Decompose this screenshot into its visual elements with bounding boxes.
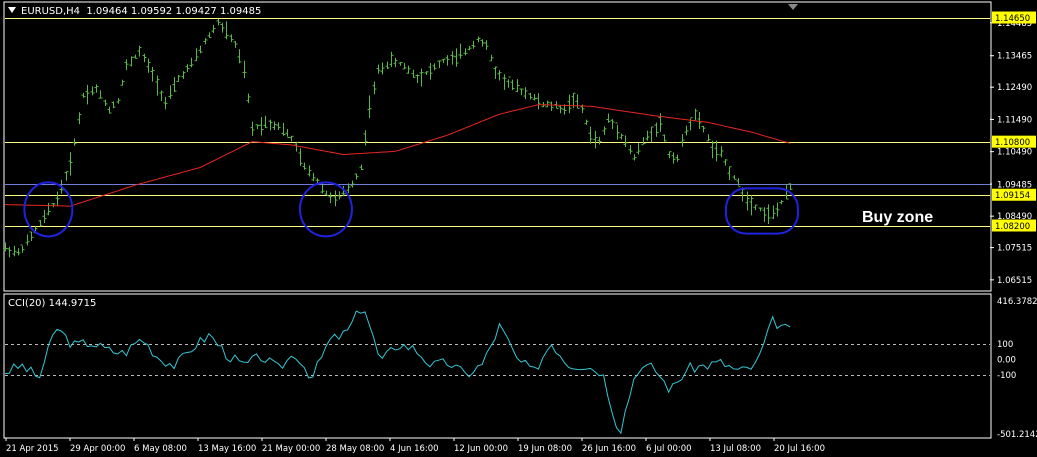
ohlc-values: 1.09464 1.09592 1.09427 1.09485 [86,6,262,17]
price-tick-label: 1.13465 [997,52,1032,62]
time-tick-label: 12 Jun 00:00 [454,444,508,454]
indicator-value: 144.9715 [48,298,97,309]
level-price-label: 1.10800 [995,138,1030,148]
symbol-label: EURUSD,H4 [21,6,81,17]
level-price-label: 1.09154 [995,191,1030,201]
cci-panel [3,293,992,439]
cci-axis-label: 416.3782 [997,297,1037,307]
time-tick-label: 4 Jun 16:00 [390,444,439,454]
cci-axis-label: -100 [997,371,1016,381]
time-tick-label: 28 May 08:00 [326,444,384,454]
price-tick-label: 1.10490 [997,148,1032,158]
price-tick-label: 1.12490 [997,83,1032,93]
chart-header[interactable]: EURUSD,H4 1.09464 1.09592 1.09427 1.0948… [8,6,261,17]
level-price-label: 1.14650 [995,14,1030,24]
time-tick-label: 13 Jul 08:00 [710,444,761,454]
indicator-header: CCI(20) 144.9715 [8,298,96,309]
price-tick-label: 1.07515 [997,244,1032,254]
time-tick-label: 29 Apr 00:00 [70,444,125,454]
time-tick-label: 20 Jul 16:00 [774,444,825,454]
level-price-label: 1.08200 [995,222,1030,232]
time-tick-label: 6 Jul 00:00 [646,444,692,454]
time-tick-label: 6 May 08:00 [134,444,187,454]
cci-axis-label: 100 [997,340,1013,350]
time-tick-label: 26 Jun 16:00 [582,444,636,454]
time-tick-label: 19 Jun 08:00 [518,444,572,454]
time-tick-label: 21 May 00:00 [262,444,320,454]
time-tick-label: 13 May 16:00 [198,444,256,454]
cci-axis-label: -501.2142 [997,430,1037,440]
price-tick-label: 1.11490 [997,115,1032,125]
time-tick-label: 21 Apr 2015 [6,444,59,454]
price-tick-label: 1.06515 [997,276,1032,286]
buy-zone-annotation: Buy zone [862,209,934,226]
price-panel [3,1,992,292]
dropdown-triangle-icon[interactable] [8,7,16,13]
chart-canvas: 1.144851.134651.124901.114901.104901.094… [3,1,1037,454]
cci-axis-label: 0.00 [997,355,1016,365]
indicator-label: CCI(20) [8,298,46,309]
